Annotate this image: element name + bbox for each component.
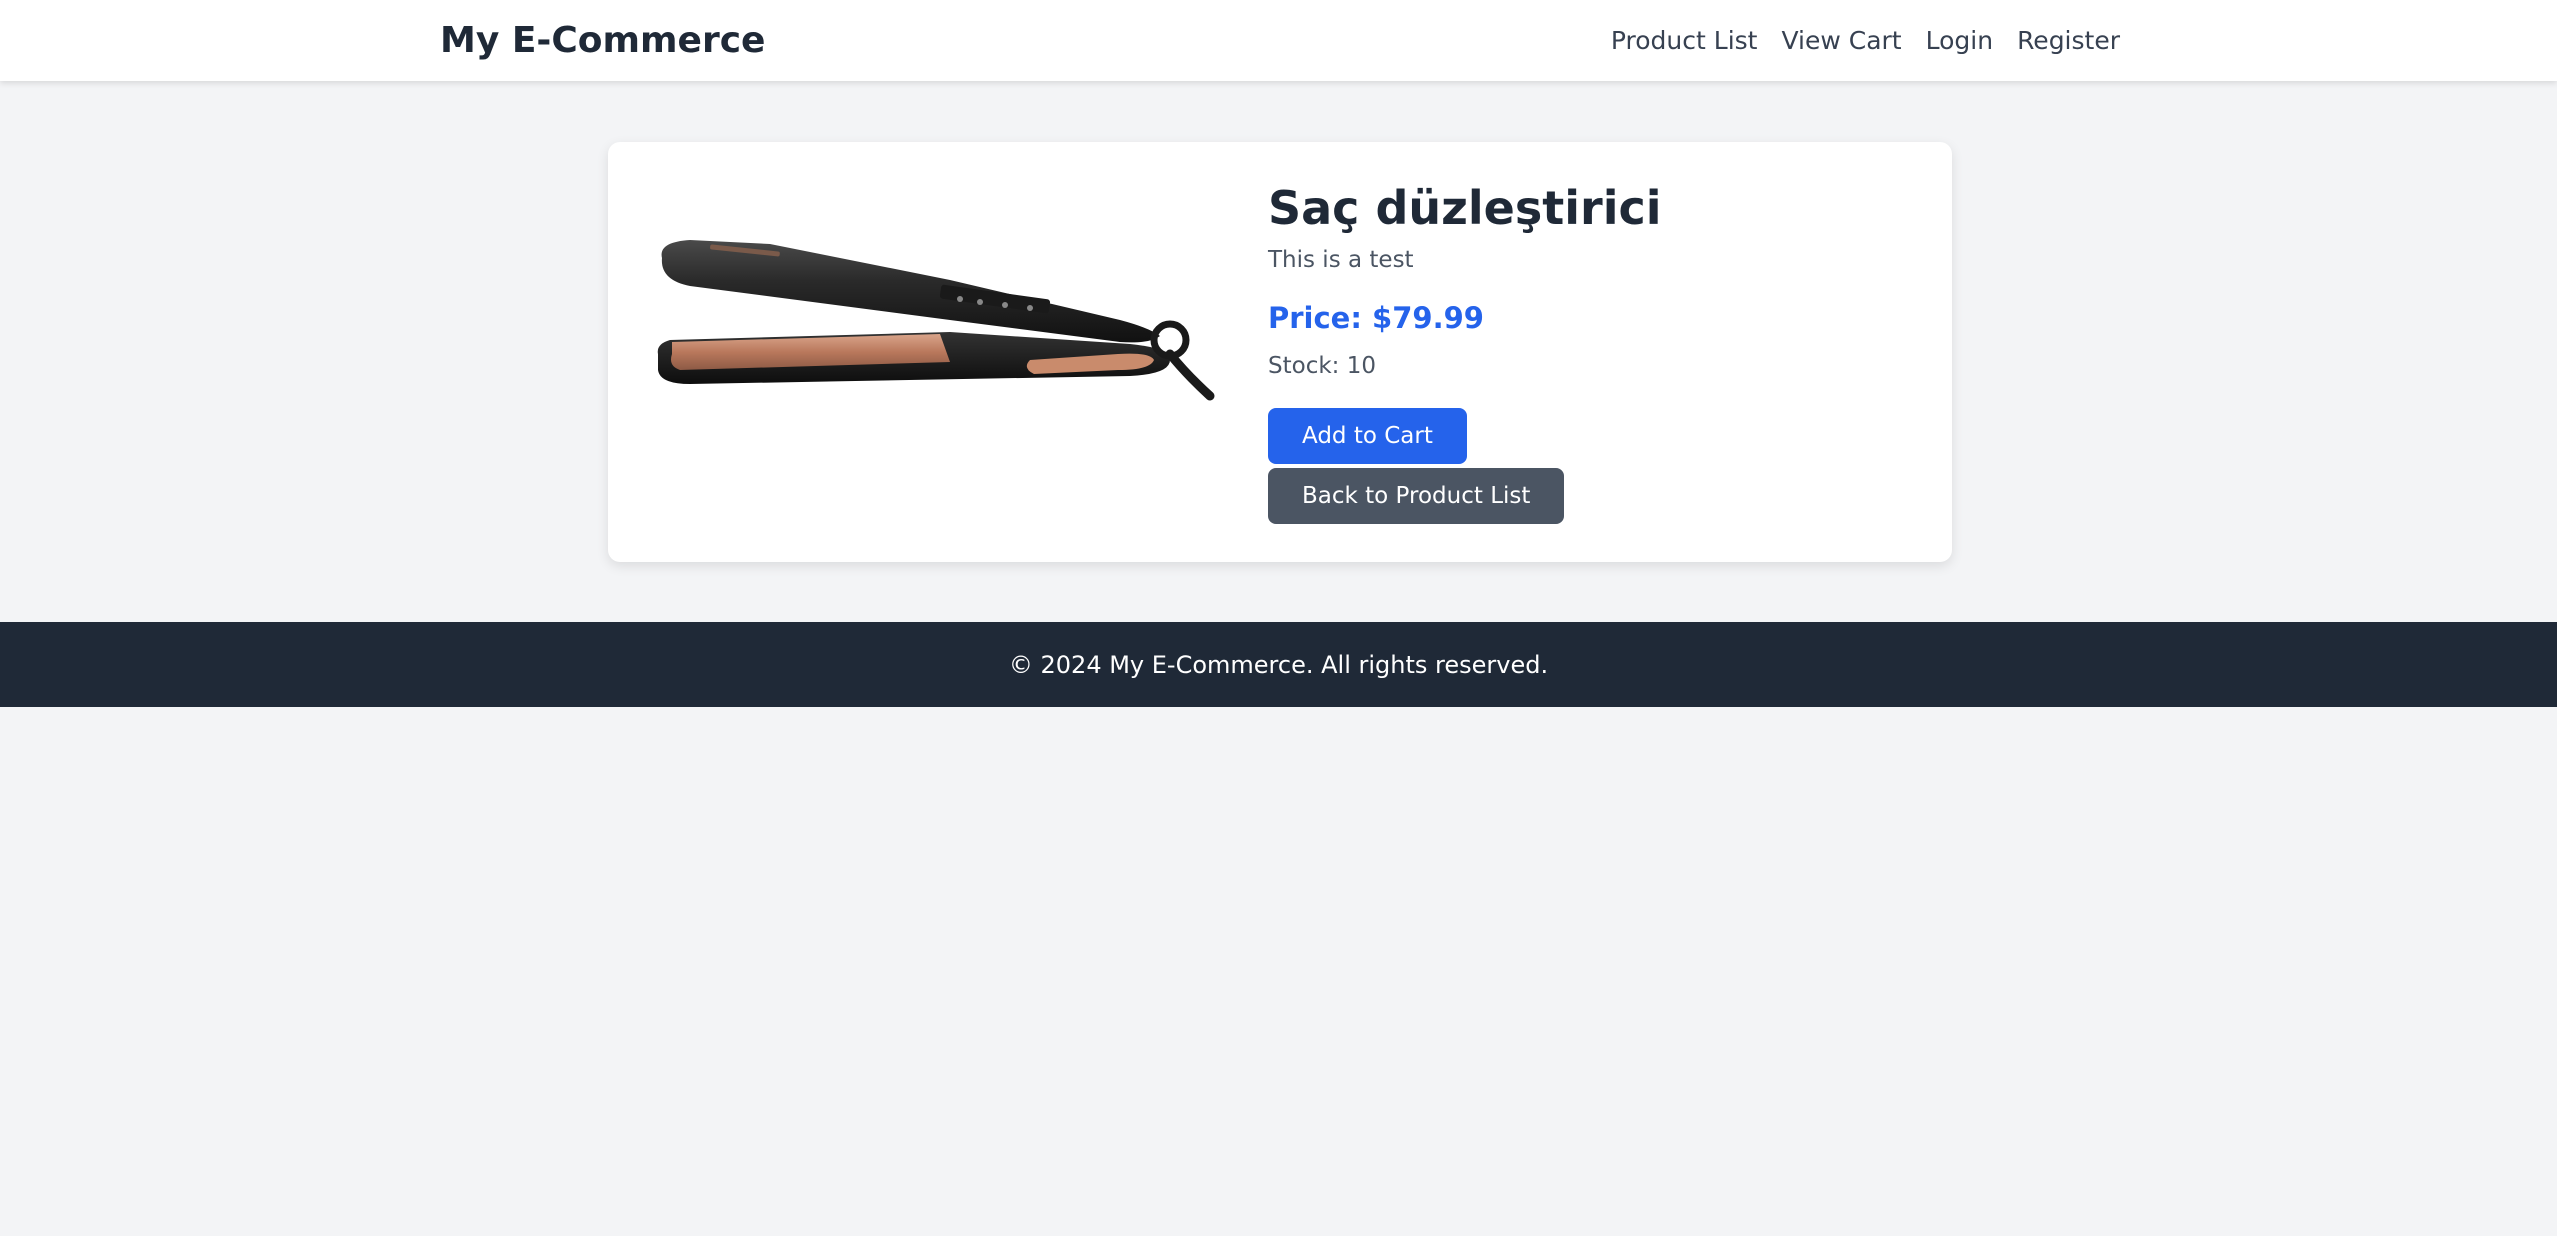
product-price: Price: $79.99: [1268, 301, 1484, 335]
product-stock: Stock: 10: [1268, 353, 1376, 379]
product-card: Saç düzleştirici This is a test Price: $…: [608, 142, 1952, 562]
nav-view-cart[interactable]: View Cart: [1781, 24, 1901, 58]
main-nav: Product List View Cart Login Register: [1611, 24, 2120, 58]
brand-logo[interactable]: My E-Commerce: [440, 18, 765, 64]
site-footer: © 2024 My E-Commerce. All rights reserve…: [0, 622, 2557, 707]
nav-product-list[interactable]: Product List: [1611, 24, 1758, 58]
add-to-cart-button[interactable]: Add to Cart: [1268, 408, 1467, 464]
product-description: This is a test: [1268, 247, 1414, 273]
footer-copyright: © 2024 My E-Commerce. All rights reserve…: [1008, 650, 1549, 679]
nav-register[interactable]: Register: [2017, 24, 2120, 58]
nav-login[interactable]: Login: [1926, 24, 1993, 58]
site-header: My E-Commerce Product List View Cart Log…: [0, 0, 2557, 81]
hair-straightener-image: [657, 240, 1215, 401]
product-title: Saç düzleştirici: [1268, 181, 1662, 235]
back-to-product-list-button[interactable]: Back to Product List: [1268, 468, 1565, 524]
product-details: Saç düzleştirici This is a test Price: $…: [1268, 180, 1908, 524]
